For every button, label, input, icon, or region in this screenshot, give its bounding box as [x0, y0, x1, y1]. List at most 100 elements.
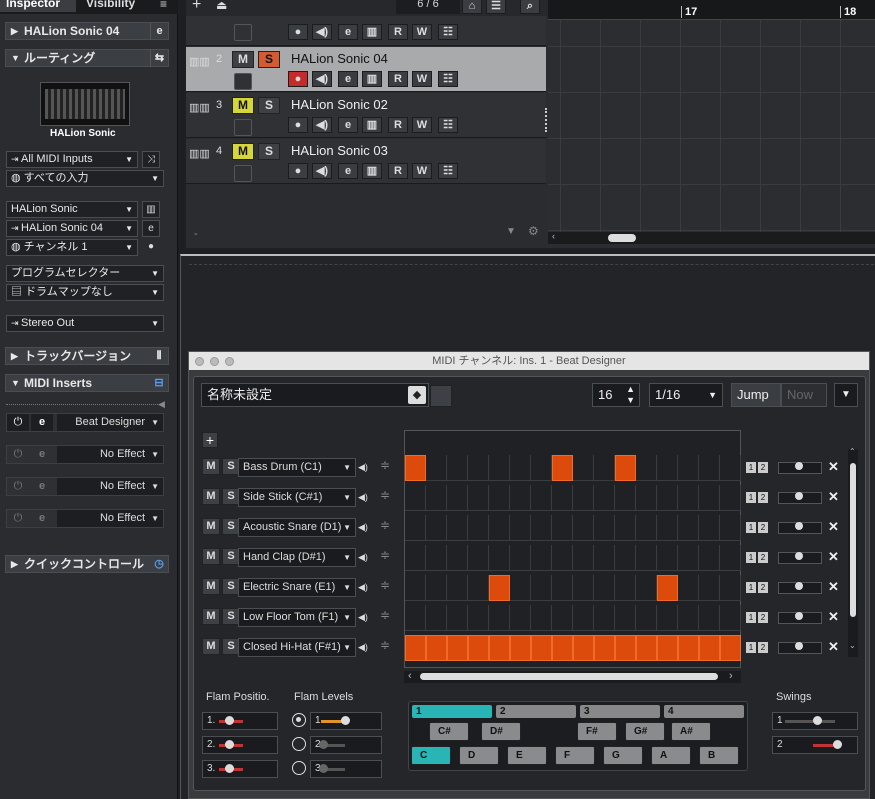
clear-row-icon[interactable]: ✕ — [828, 549, 839, 565]
record-icon[interactable]: ● — [288, 24, 308, 40]
flam-level-radio-2[interactable] — [292, 737, 306, 751]
flam-level-radio-1[interactable] — [292, 713, 306, 727]
solo-button[interactable]: S — [258, 97, 280, 114]
window-titlebar[interactable]: MIDI チャンネル: Ins. 1 - Beat Designer — [189, 352, 869, 370]
natural-key[interactable]: A — [651, 746, 691, 765]
track-name[interactable]: HALion Sonic 04 — [291, 51, 388, 66]
flam-level-radio-3[interactable] — [292, 761, 306, 775]
scroll-left-icon[interactable]: ‹ — [552, 231, 555, 241]
keyboard-icon[interactable]: ▥ — [362, 117, 382, 133]
record-icon[interactable]: ● — [288, 71, 308, 87]
step-cell[interactable] — [447, 455, 468, 481]
step-cell[interactable] — [699, 455, 720, 481]
step-cell[interactable] — [468, 635, 489, 661]
clear-row-icon[interactable]: ✕ — [828, 459, 839, 475]
keyboard-icon[interactable]: ▥ — [362, 71, 382, 87]
mute-button[interactable]: M — [202, 518, 220, 535]
preview-speaker-icon[interactable]: ◀) — [358, 638, 374, 657]
step-cell[interactable] — [510, 635, 531, 661]
sharp-key[interactable]: D# — [481, 722, 521, 741]
step-cell[interactable] — [426, 575, 447, 601]
step-cell[interactable] — [594, 635, 615, 661]
scroll-left-icon[interactable]: ‹ — [408, 670, 412, 682]
power-icon[interactable]: ⏻ — [7, 446, 29, 463]
read-button[interactable]: R — [388, 71, 408, 87]
preview-speaker-icon[interactable]: ◀) — [358, 608, 374, 627]
step-cell[interactable] — [573, 455, 594, 481]
step-cell[interactable] — [468, 575, 489, 601]
step-cell[interactable] — [531, 545, 552, 571]
sync-icon[interactable]: ⌂ — [462, 0, 482, 14]
natural-key[interactable]: G — [603, 746, 643, 765]
step-cell[interactable] — [636, 575, 657, 601]
insert-slot-2[interactable]: ⏻ e No Effect ▼ — [6, 445, 164, 464]
mute-button[interactable]: M — [202, 488, 220, 505]
scroll-right-icon[interactable]: › — [729, 670, 733, 682]
flam-position-1[interactable]: 1. — [202, 712, 278, 730]
step-cell[interactable] — [552, 605, 573, 631]
step-cell[interactable] — [636, 545, 657, 571]
track-checkbox[interactable] — [234, 119, 252, 136]
track-row-2[interactable]: ▥▥ 2 M S HALion Sonic 04 ● ◀) e ▥ R W ☷ — [186, 47, 546, 92]
list-icon[interactable]: ☷ — [438, 163, 458, 179]
track-name-header[interactable]: ▶ HALion Sonic 04 e — [5, 22, 169, 40]
write-button[interactable]: W — [412, 163, 432, 179]
step-cell[interactable] — [447, 545, 468, 571]
step-cell[interactable] — [510, 545, 531, 571]
flam-level-2[interactable]: 2 — [310, 736, 382, 754]
mute-button[interactable]: M — [232, 51, 254, 68]
keyboard-icon[interactable]: ▥ — [142, 201, 160, 218]
step-cell[interactable] — [594, 455, 615, 481]
tab-inspector[interactable]: Inspector — [0, 0, 76, 12]
flam-2-toggle[interactable]: 2 — [758, 642, 768, 653]
versions-icon[interactable]: ⫴ — [150, 347, 168, 365]
collapse-icon[interactable]: ◀ — [158, 399, 165, 410]
write-button[interactable]: W — [412, 117, 432, 133]
flam-2-toggle[interactable]: 2 — [758, 522, 768, 533]
velocity-slider[interactable] — [778, 462, 822, 474]
step-cell[interactable] — [510, 575, 531, 601]
step-cell[interactable] — [531, 605, 552, 631]
insert-name[interactable]: No Effect ▼ — [57, 478, 163, 495]
edit-icon[interactable]: e — [31, 510, 53, 527]
monitor-icon[interactable]: ◀) — [312, 24, 332, 40]
quick-controls-icon[interactable]: ◷ — [150, 555, 168, 573]
step-cell[interactable] — [426, 635, 447, 661]
track-versions-section[interactable]: ▶ トラックバージョン ⫴ — [5, 347, 169, 365]
natural-key[interactable]: C — [411, 746, 451, 765]
drum-map-select[interactable]: ▤ ドラムマップなし ▼ — [6, 284, 164, 301]
sharp-key[interactable]: A# — [671, 722, 711, 741]
step-cell[interactable] — [510, 605, 531, 631]
edit-icon[interactable]: e — [31, 478, 53, 495]
step-cell[interactable] — [636, 485, 657, 511]
natural-key[interactable]: B — [699, 746, 739, 765]
step-cell[interactable] — [678, 485, 699, 511]
instrument-select[interactable]: HALion Sonic ▼ — [6, 201, 138, 218]
pattern-page-1[interactable]: 1 — [412, 705, 492, 718]
step-cell[interactable] — [636, 605, 657, 631]
step-cell[interactable] — [447, 605, 468, 631]
drag-handle-icon[interactable]: ≑ — [380, 548, 390, 562]
write-button[interactable]: W — [412, 24, 432, 40]
pattern-page-4[interactable]: 4 — [664, 705, 744, 718]
list-icon[interactable]: ☷ — [438, 117, 458, 133]
flam-position-3[interactable]: 3. — [202, 760, 278, 778]
sharp-key[interactable]: G# — [625, 722, 665, 741]
step-cell[interactable] — [489, 635, 510, 661]
velocity-slider[interactable] — [778, 552, 822, 564]
write-button[interactable]: W — [412, 71, 432, 87]
splitter-handle[interactable] — [545, 108, 548, 132]
step-cell[interactable] — [468, 515, 489, 541]
quick-controls-section[interactable]: ▶ クイックコントロール ◷ — [5, 555, 169, 573]
menu-dropdown[interactable]: ▼ — [834, 383, 858, 407]
step-cell[interactable] — [468, 605, 489, 631]
step-cell[interactable] — [426, 485, 447, 511]
mute-button[interactable]: M — [232, 143, 254, 160]
track-checkbox[interactable] — [234, 165, 252, 182]
flam-2-toggle[interactable]: 2 — [758, 612, 768, 623]
step-cell[interactable] — [447, 575, 468, 601]
step-cell[interactable] — [594, 545, 615, 571]
step-cell[interactable] — [552, 635, 573, 661]
swing-2[interactable]: 2 — [772, 736, 858, 754]
output-select[interactable]: ⇥ HALion Sonic 04 ▼ — [6, 220, 138, 237]
